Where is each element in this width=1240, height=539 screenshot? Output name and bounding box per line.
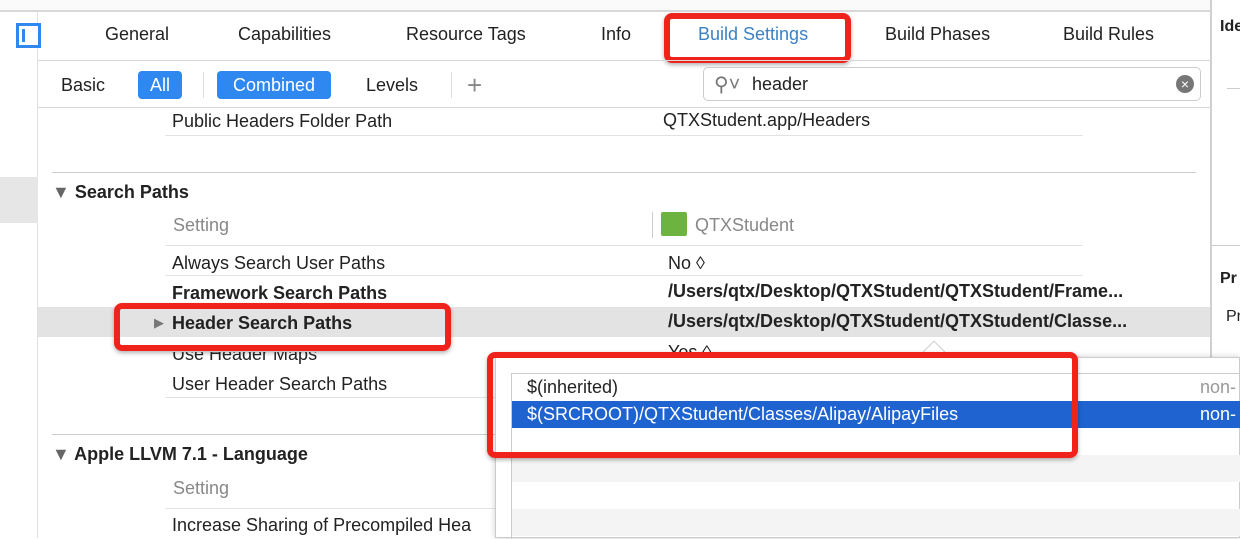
setting-name: Framework Search Paths bbox=[172, 283, 388, 303]
tab-capabilities[interactable]: Capabilities bbox=[238, 24, 331, 45]
section-title: Search Paths bbox=[74, 182, 189, 202]
column-setting: Setting bbox=[173, 478, 230, 498]
tab-resource-tags[interactable]: Resource Tags bbox=[406, 24, 526, 45]
app-icon bbox=[661, 212, 687, 236]
highlight-paths-list bbox=[487, 352, 1078, 458]
setting-name: Public Headers Folder Path bbox=[172, 111, 393, 131]
inspector-label: Ide bbox=[1220, 18, 1240, 35]
search-input[interactable]: header bbox=[752, 74, 808, 95]
tab-general[interactable]: General bbox=[105, 24, 169, 45]
setting-value[interactable]: /Users/qtx/Desktop/QTXStudent/QTXStudent… bbox=[668, 281, 1123, 302]
add-setting-button[interactable]: + bbox=[467, 70, 482, 101]
setting-value[interactable]: No ◊ bbox=[668, 253, 705, 274]
tab-build-rules[interactable]: Build Rules bbox=[1063, 24, 1154, 45]
highlight-header-search-paths bbox=[114, 303, 451, 351]
tab-info[interactable]: Info bbox=[601, 24, 631, 45]
inspector-label: Pr bbox=[1220, 270, 1237, 287]
sidebar-toggle-icon[interactable] bbox=[16, 23, 41, 48]
disclosure-triangle-icon[interactable]: ▼ bbox=[52, 182, 70, 202]
setting-value[interactable]: QTXStudent.app/Headers bbox=[663, 110, 870, 131]
filter-combined[interactable]: Combined bbox=[217, 71, 332, 99]
column-setting: Setting bbox=[173, 215, 230, 235]
divider bbox=[451, 72, 452, 98]
left-gutter bbox=[0, 12, 38, 538]
setting-name: Increase Sharing of Precompiled Hea bbox=[172, 515, 472, 535]
section-title: Apple LLVM 7.1 - Language bbox=[74, 444, 308, 464]
divider bbox=[203, 72, 204, 98]
disclosure-triangle-icon[interactable]: ▼ bbox=[52, 444, 70, 464]
filter-levels[interactable]: Levels bbox=[354, 71, 430, 99]
search-icon[interactable]: ⚲˅ bbox=[714, 72, 740, 97]
tab-build-phases[interactable]: Build Phases bbox=[885, 24, 990, 45]
section-search-paths[interactable]: ▼ Search Paths bbox=[52, 182, 189, 203]
clear-search-icon[interactable]: × bbox=[1176, 75, 1194, 93]
section-apple-llvm[interactable]: ▼ Apple LLVM 7.1 - Language bbox=[52, 444, 308, 465]
search-field[interactable]: ⚲˅ header × bbox=[703, 67, 1201, 101]
setting-name: User Header Search Paths bbox=[172, 374, 388, 394]
setting-value[interactable]: /Users/qtx/Desktop/QTXStudent/QTXStudent… bbox=[668, 311, 1127, 332]
recursive-select[interactable]: non- bbox=[1200, 374, 1236, 401]
filter-all[interactable]: All bbox=[138, 71, 183, 99]
setting-name: Always Search User Paths bbox=[172, 253, 386, 273]
filter-basic[interactable]: Basic bbox=[49, 71, 117, 99]
window-top-strip bbox=[0, 0, 1210, 12]
column-target: QTXStudent bbox=[695, 215, 795, 235]
recursive-select[interactable]: non- bbox=[1200, 401, 1236, 428]
highlight-build-settings bbox=[664, 13, 851, 63]
inspector-label: Pr bbox=[1226, 308, 1240, 325]
